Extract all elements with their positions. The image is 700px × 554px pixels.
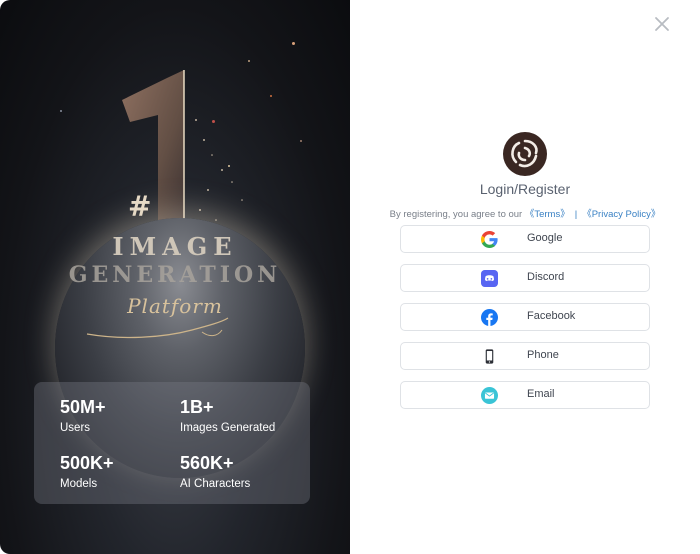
facebook-login-button[interactable]: Facebook (400, 303, 650, 331)
stat-ai-characters: 560K+ AI Characters (180, 452, 310, 508)
stats-card: 50M+ Users 1B+ Images Generated 500K+ Mo… (34, 382, 310, 504)
stat-images-generated: 1B+ Images Generated (180, 396, 310, 452)
login-modal: # IMAGE GENERATION Platform 50M+ Users 1… (0, 0, 700, 554)
stat-label: Users (60, 422, 91, 434)
auth-panel: Login/Register By registering, you agree… (350, 0, 700, 554)
promo-heading-line2: GENERATION (68, 262, 282, 288)
provider-label: Discord (527, 271, 565, 283)
terms-link[interactable]: 《Terms》 (525, 209, 570, 220)
brand-logo (503, 132, 547, 176)
provider-label: Phone (527, 349, 559, 361)
stat-value: 1B+ (180, 397, 214, 417)
stat-label: AI Characters (180, 478, 251, 490)
rank-prefix: # (128, 190, 152, 223)
promo-heading-line1: IMAGE (112, 232, 238, 261)
email-login-button[interactable]: Email (400, 381, 650, 409)
provider-label: Email (527, 388, 555, 400)
login-providers: Google Discord Facebook Phone Email (400, 225, 650, 420)
discord-icon (481, 270, 498, 287)
facebook-icon (481, 309, 498, 326)
email-icon (481, 387, 498, 404)
flourish-ornament (86, 317, 229, 339)
promo-panel: # IMAGE GENERATION Platform 50M+ Users 1… (0, 0, 350, 554)
sparkle (292, 42, 295, 45)
stat-users: 50M+ Users (60, 396, 180, 452)
stat-value: 500K+ (60, 453, 114, 473)
stat-models: 500K+ Models (60, 452, 180, 508)
phone-login-button[interactable]: Phone (400, 342, 650, 370)
agree-text: By registering, you agree to our (389, 209, 523, 220)
privacy-policy-link[interactable]: 《Privacy Policy》 (582, 209, 660, 220)
link-separator: | (574, 209, 578, 220)
provider-label: Facebook (527, 310, 576, 322)
phone-icon (485, 349, 494, 364)
sparkle (270, 95, 272, 97)
stat-label: Images Generated (180, 422, 276, 434)
close-icon[interactable] (652, 14, 672, 34)
terms-notice: By registering, you agree to our 《Terms》… (350, 206, 700, 220)
discord-login-button[interactable]: Discord (400, 264, 650, 292)
auth-title: Login/Register (479, 181, 571, 197)
stat-label: Models (60, 478, 98, 490)
sparkle (300, 140, 302, 142)
google-icon (481, 231, 498, 248)
stat-value: 560K+ (180, 453, 234, 473)
sparkle (60, 110, 62, 112)
stat-value: 50M+ (60, 397, 106, 417)
google-login-button[interactable]: Google (400, 225, 650, 253)
provider-label: Google (527, 232, 563, 244)
